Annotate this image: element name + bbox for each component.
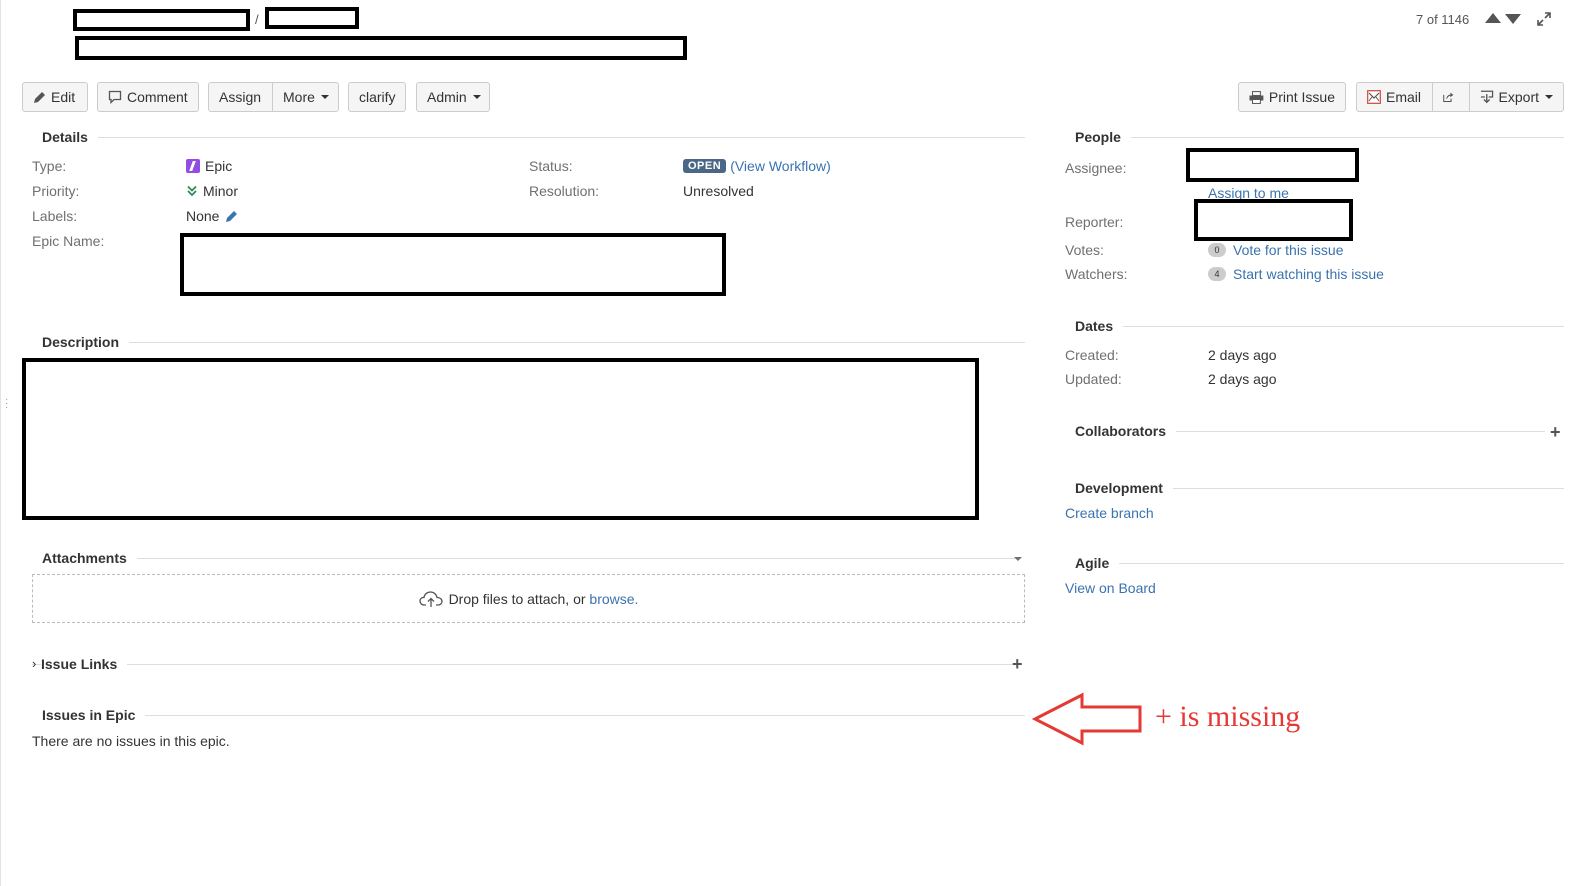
share-button[interactable] [1432, 82, 1470, 112]
votes-value: 0 Vote for this issue [1208, 242, 1344, 258]
issue-links-title[interactable]: Issue Links [41, 656, 128, 672]
comment-icon [108, 90, 122, 104]
priority-value: Minor [186, 183, 238, 199]
breadcrumb-separator: / [255, 12, 259, 27]
assignee-label: Assignee: [1065, 160, 1127, 176]
votes-label: Votes: [1065, 242, 1104, 258]
resize-handle[interactable]: · · · [5, 395, 8, 413]
resolution-value: Unresolved [683, 183, 754, 199]
issue-summary-redacted [75, 36, 687, 60]
people-title: People [1065, 129, 1131, 145]
status-badge: OPEN [683, 159, 727, 173]
reporter-label: Reporter: [1065, 214, 1124, 230]
expand-icon[interactable] [1536, 11, 1552, 27]
watchers-count-badge: 4 [1208, 267, 1226, 281]
attachments-divider [32, 558, 1017, 559]
created-label: Created: [1065, 347, 1119, 363]
agile-divider [1065, 563, 1564, 564]
status-label: Status: [529, 158, 573, 174]
attachments-options-icon[interactable] [1014, 557, 1022, 561]
admin-button[interactable]: Admin [416, 82, 490, 112]
export-button[interactable]: Export [1469, 82, 1564, 112]
attachments-title: Attachments [32, 550, 137, 566]
breadcrumb-project-redacted[interactable] [73, 9, 250, 31]
breadcrumb-issue-key-redacted[interactable] [265, 7, 359, 29]
export-icon [1480, 90, 1494, 104]
details-title: Details [32, 129, 98, 145]
attachment-drop-zone[interactable]: Drop files to attach, or browse. [32, 574, 1025, 623]
description-divider [32, 342, 1025, 343]
print-issue-button[interactable]: Print Issue [1238, 82, 1346, 112]
issues-in-epic-empty-text: There are no issues in this epic. [32, 733, 230, 749]
chevron-right-icon[interactable]: › [32, 656, 36, 671]
edit-labels-pencil-icon[interactable] [225, 210, 238, 223]
epic-name-label: Epic Name: [32, 233, 105, 249]
create-branch-link[interactable]: Create branch [1065, 505, 1154, 521]
description-redacted[interactable] [22, 358, 979, 520]
issue-links-divider [32, 664, 1017, 665]
updated-value: 2 days ago [1208, 371, 1277, 387]
watchers-label: Watchers: [1065, 266, 1128, 282]
pencil-icon [34, 91, 45, 103]
priority-minor-icon [187, 185, 197, 197]
reporter-redacted[interactable] [1194, 199, 1353, 241]
updated-label: Updated: [1065, 371, 1122, 387]
add-issue-link-plus-icon[interactable]: + [1012, 655, 1023, 673]
epic-name-redacted [180, 233, 726, 296]
details-divider [32, 137, 1025, 138]
annotation-arrow-icon [1032, 692, 1142, 746]
votes-count-badge: 0 [1208, 243, 1226, 257]
epic-icon [186, 159, 200, 173]
share-icon [1443, 92, 1454, 102]
dates-title: Dates [1065, 318, 1124, 334]
issues-in-epic-divider [32, 715, 1025, 716]
agile-title: Agile [1065, 555, 1120, 571]
issue-pager-count: 7 of 1146 [1416, 12, 1470, 27]
browse-link[interactable]: browse. [589, 591, 638, 607]
type-value: Epic [186, 158, 232, 174]
email-icon [1367, 90, 1381, 104]
labels-label: Labels: [32, 208, 78, 224]
description-title: Description [32, 334, 130, 350]
chevron-down-icon [320, 95, 329, 99]
development-title: Development [1065, 480, 1173, 496]
assign-more-group: Assign More [208, 82, 339, 112]
clarify-button[interactable]: clarify [348, 82, 406, 112]
comment-button[interactable]: Comment [97, 82, 199, 112]
previous-issue-icon[interactable] [1485, 13, 1501, 23]
cloud-upload-icon [418, 590, 443, 607]
next-issue-icon[interactable] [1505, 14, 1521, 24]
chevron-down-icon [1545, 95, 1553, 99]
priority-label: Priority: [32, 183, 80, 199]
more-button[interactable]: More [272, 82, 339, 112]
people-divider [1065, 137, 1564, 138]
status-value: OPEN (View Workflow) [683, 158, 831, 174]
labels-value[interactable]: None [186, 208, 238, 224]
view-on-board-link[interactable]: View on Board [1065, 580, 1156, 596]
watch-link[interactable]: Start watching this issue [1233, 266, 1384, 282]
edit-button[interactable]: Edit [22, 82, 88, 112]
watchers-value: 4 Start watching this issue [1208, 266, 1384, 282]
left-border [0, 0, 1, 886]
collaborators-title: Collaborators [1065, 423, 1177, 439]
view-workflow-link[interactable]: (View Workflow) [730, 158, 831, 174]
share-group: Email Export [1356, 82, 1564, 112]
vote-link[interactable]: Vote for this issue [1233, 242, 1344, 258]
dates-divider [1065, 326, 1564, 327]
assignee-redacted[interactable] [1186, 148, 1359, 182]
add-collaborator-plus-icon[interactable]: + [1550, 423, 1561, 441]
chevron-down-icon [472, 95, 481, 99]
created-value: 2 days ago [1208, 347, 1277, 363]
assign-button[interactable]: Assign [208, 82, 273, 112]
email-button[interactable]: Email [1356, 82, 1433, 112]
type-label: Type: [32, 158, 67, 174]
issues-in-epic-title: Issues in Epic [32, 707, 146, 723]
resolution-label: Resolution: [529, 183, 600, 199]
printer-icon [1249, 90, 1264, 104]
annotation-text: + is missing [1155, 700, 1301, 733]
